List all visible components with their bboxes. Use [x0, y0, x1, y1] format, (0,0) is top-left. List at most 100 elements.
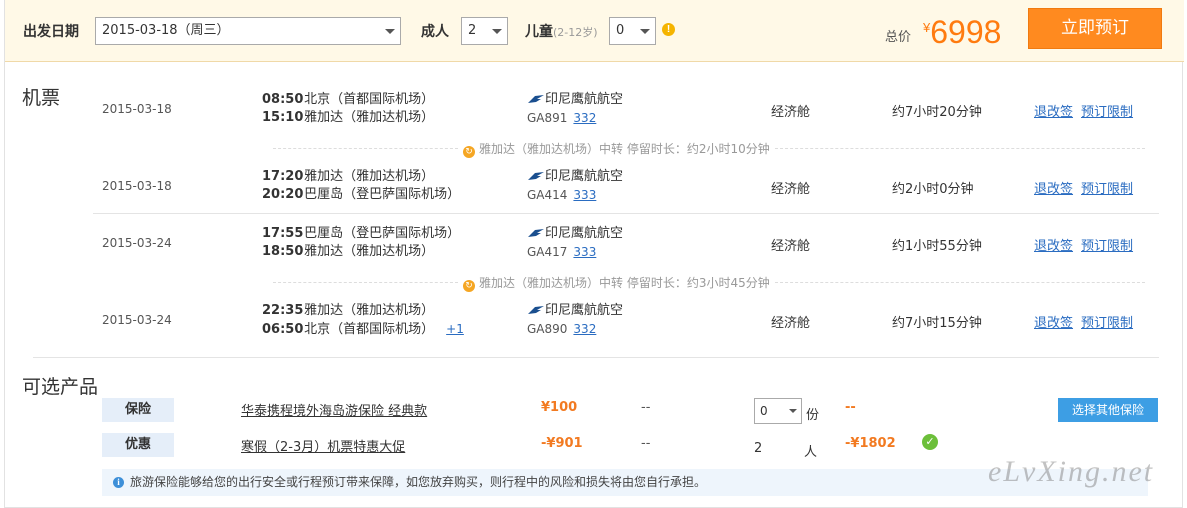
currency-symbol: ¥ [923, 20, 931, 35]
divider [775, 148, 1145, 149]
insurance-tag: 保险 [102, 398, 174, 422]
refund-change-link[interactable]: 退改签 [1034, 239, 1073, 254]
adult-select[interactable]: 2 [461, 17, 508, 45]
aircraft-link[interactable]: 333 [573, 188, 596, 202]
transfer-note: ↻ 雅加达（雅加达机场）中转 停留时长：约3小时45分钟 [463, 274, 770, 292]
date-select[interactable]: 2015-03-18（周三） [95, 17, 401, 45]
flight-number: GA414 [527, 188, 568, 202]
promo-price: -¥901 [541, 436, 583, 451]
total-price: ¥6998 [923, 14, 1001, 51]
airline-info: 印尼鹰航航空 GA417 333 [527, 225, 623, 262]
dep-airport: 雅加达（雅加达机场） [304, 169, 435, 184]
divider [775, 282, 1145, 283]
flight-links: 退改签 预订限制 [1034, 312, 1141, 331]
notice-text: 旅游保险能够给您的出行安全或行程预订带来保障，如您放弃购买，则行程中的风险和损失… [130, 475, 707, 489]
promo-name-link[interactable]: 寒假（2-3月）机票特惠大促 [241, 436, 405, 455]
cabin-class: 经济舱 [771, 182, 811, 197]
info-icon: i [113, 477, 124, 488]
arr-time: 06:50 [262, 322, 304, 337]
aircraft-link[interactable]: 332 [573, 322, 596, 336]
insurance-unit: 份 [806, 408, 820, 423]
airline-name: 印尼鹰航航空 [545, 303, 624, 318]
booking-page: 出发日期 2015-03-18（周三） 成人 2 儿童(2-12岁) 0 ! 总… [4, 0, 1184, 508]
insurance-total: -- [845, 400, 856, 415]
watermark: eLvXing.net [988, 455, 1155, 488]
refund-change-link[interactable]: 退改签 [1034, 105, 1073, 120]
date-label: 出发日期 [23, 24, 79, 40]
refund-change-link[interactable]: 退改签 [1034, 316, 1073, 331]
booking-restriction-link[interactable]: 预订限制 [1081, 105, 1133, 120]
promo-tag: 优惠 [102, 433, 174, 457]
insurance-qty-select[interactable]: 0 [754, 398, 802, 424]
airline-name: 印尼鹰航航空 [545, 92, 624, 107]
insurance-qty-value: 0 [760, 404, 768, 418]
booking-restriction-link[interactable]: 预订限制 [1081, 182, 1133, 197]
adult-label: 成人 [421, 24, 449, 40]
products-section-title: 可选产品 [22, 376, 99, 398]
airline-logo-icon [528, 95, 544, 103]
search-bar: 出发日期 2015-03-18（周三） 成人 2 儿童(2-12岁) 0 ! 总… [5, 0, 1184, 62]
arr-time: 18:50 [262, 244, 304, 259]
dep-airport: 雅加达（雅加达机场） [304, 303, 435, 318]
warning-icon[interactable]: ! [662, 23, 675, 36]
booking-restriction-link[interactable]: 预订限制 [1081, 316, 1133, 331]
cabin-class: 经济舱 [771, 239, 811, 254]
date-value: 2015-03-18（周三） [102, 23, 230, 38]
adult-value: 2 [468, 23, 477, 38]
choose-other-insurance-button[interactable]: 选择其他保险 [1058, 398, 1158, 422]
flight-number: GA417 [527, 245, 568, 259]
airline-name: 印尼鹰航航空 [545, 226, 624, 241]
booking-restriction-link[interactable]: 预订限制 [1081, 239, 1133, 254]
transfer-text: 雅加达（雅加达机场）中转 停留时长：约2小时10分钟 [479, 142, 770, 156]
airline-name: 印尼鹰航航空 [545, 169, 624, 184]
transfer-text: 雅加达（雅加达机场）中转 停留时长：约3小时45分钟 [479, 276, 770, 290]
flight-times: 22:35 雅加达（雅加达机场） 06:50 北京（首都国际机场） +1 [262, 302, 464, 339]
chevron-down-icon [789, 409, 797, 413]
flight-number: GA890 [527, 322, 568, 336]
promo-total: -¥1802 [845, 436, 896, 451]
next-day-link[interactable]: +1 [446, 322, 464, 336]
cabin-class: 经济舱 [771, 105, 811, 120]
airline-info: 印尼鹰航航空 GA891 332 [527, 91, 623, 128]
arr-airport: 雅加达（雅加达机场） [304, 110, 435, 125]
arr-airport: 北京（首都国际机场） [304, 322, 435, 337]
insurance-dash: -- [641, 400, 651, 415]
aircraft-link[interactable]: 332 [573, 111, 596, 125]
child-value: 0 [616, 23, 625, 38]
chevron-down-icon [385, 29, 395, 34]
flight-links: 退改签 预订限制 [1034, 235, 1141, 254]
flight-links: 退改签 预订限制 [1034, 178, 1141, 197]
flight-date: 2015-03-18 [102, 102, 172, 116]
insurance-name-link[interactable]: 华泰携程境外海岛游保险 经典款 [241, 400, 427, 419]
cabin-class: 经济舱 [771, 316, 811, 331]
airline-info: 印尼鹰航航空 GA890 332 [527, 302, 623, 339]
airline-logo-icon [528, 229, 544, 237]
airline-logo-icon [528, 306, 544, 314]
flight-date: 2015-03-24 [102, 236, 172, 250]
promo-unit: 人 [804, 445, 818, 460]
arr-airport: 雅加达（雅加达机场） [304, 244, 435, 259]
transfer-icon: ↻ [463, 280, 475, 292]
flight-number: GA891 [527, 111, 568, 125]
flight-duration: 约7小时15分钟 [892, 316, 982, 331]
child-age-hint: (2-12岁) [553, 26, 598, 39]
airline-info: 印尼鹰航航空 GA414 333 [527, 168, 623, 205]
check-icon: ✓ [922, 434, 938, 450]
aircraft-link[interactable]: 333 [573, 245, 596, 259]
divider [273, 282, 458, 283]
dep-airport: 北京（首都国际机场） [304, 92, 435, 107]
dep-time: 22:35 [262, 303, 304, 318]
flight-date: 2015-03-24 [102, 313, 172, 327]
insurance-price: ¥100 [541, 400, 578, 415]
refund-change-link[interactable]: 退改签 [1034, 182, 1073, 197]
child-select[interactable]: 0 [609, 17, 656, 45]
promo-dash: -- [641, 436, 651, 451]
dep-time: 17:20 [262, 169, 304, 184]
flight-times: 08:50 北京（首都国际机场） 15:10 雅加达（雅加达机场） [262, 91, 434, 127]
flight-times: 17:55 巴厘岛（登巴萨国际机场） 18:50 雅加达（雅加达机场） [262, 225, 460, 261]
dep-time: 08:50 [262, 92, 304, 107]
transfer-icon: ↻ [463, 146, 475, 158]
book-now-button[interactable]: 立即预订 [1028, 8, 1162, 49]
flights-section-title: 机票 [22, 87, 61, 109]
chevron-down-icon [640, 29, 650, 34]
